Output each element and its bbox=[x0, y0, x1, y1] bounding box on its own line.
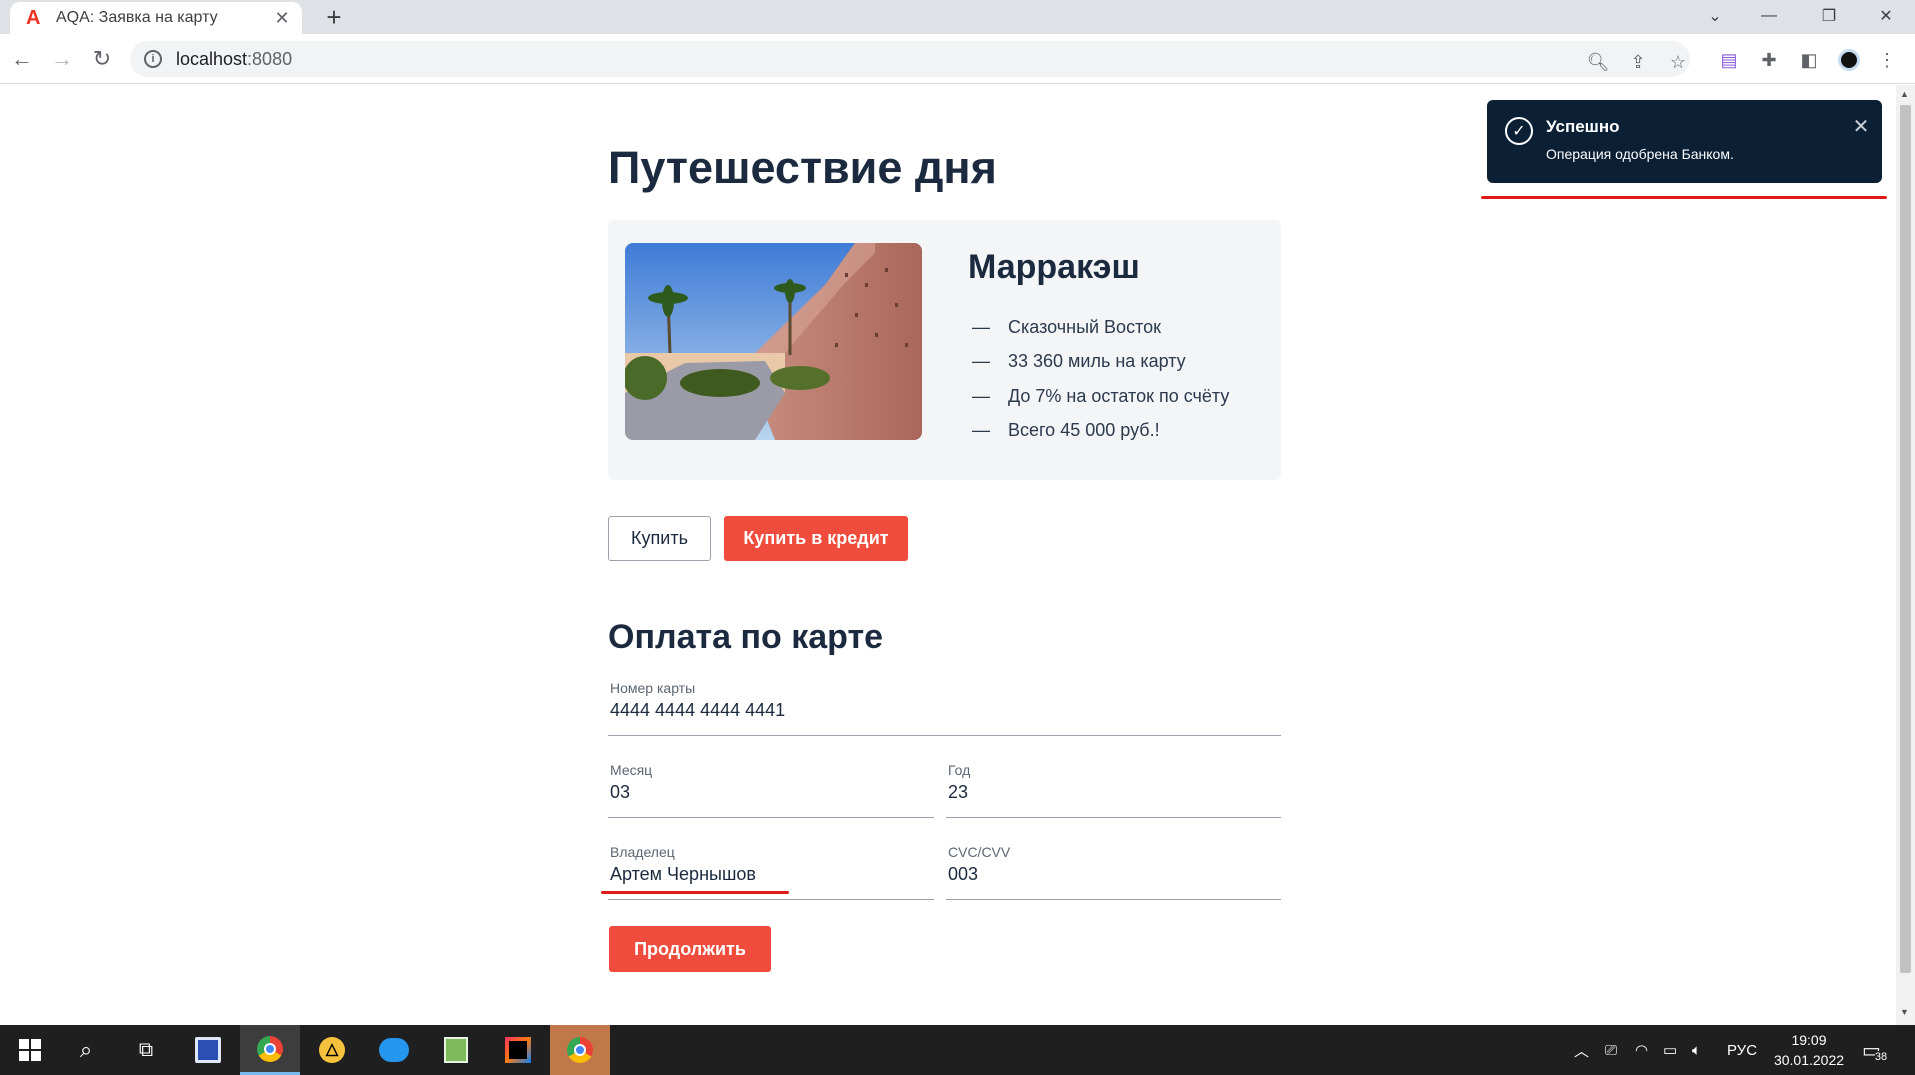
menu-kebab-icon[interactable]: ⋮ bbox=[1874, 47, 1900, 73]
owner-label: Владелец bbox=[610, 844, 675, 860]
cvc-field[interactable]: CVC/CVV 003 bbox=[946, 844, 1281, 900]
scroll-up-icon[interactable]: ▲ bbox=[1900, 89, 1909, 99]
year-label: Год bbox=[948, 762, 971, 778]
close-icon[interactable]: ✕ bbox=[1849, 114, 1873, 139]
card-number-value[interactable]: 4444 4444 4444 4441 bbox=[610, 700, 785, 721]
list-item: — До 7% на остаток по счёту bbox=[972, 385, 1230, 406]
profile-avatar-icon[interactable] bbox=[1836, 47, 1862, 73]
intellij-app-icon[interactable] bbox=[488, 1025, 548, 1075]
language-indicator[interactable]: РУС bbox=[1727, 1025, 1757, 1075]
wifi-icon[interactable]: ◠ bbox=[1635, 1025, 1648, 1075]
bookmark-star-icon[interactable]: ☆ bbox=[1666, 50, 1690, 74]
cvc-label: CVC/CVV bbox=[948, 844, 1011, 860]
browser-tab-bar: А AQA: Заявка на карту ✕ + ⌄ — ❐ ✕ bbox=[0, 0, 1915, 34]
alfa-logo-icon: А bbox=[26, 6, 41, 29]
browser-tab[interactable]: А AQA: Заявка на карту ✕ bbox=[10, 2, 302, 34]
save-app-icon[interactable] bbox=[178, 1025, 238, 1075]
tab-close-icon[interactable]: ✕ bbox=[272, 8, 292, 29]
address-bar[interactable]: i localhost:8080 🔍︎ ⇪ ☆ bbox=[130, 41, 1690, 77]
browser-toolbar: ← → ↻ i localhost:8080 🔍︎ ⇪ ☆ ▤ ✚ ◧ ⋮ bbox=[0, 34, 1915, 84]
restore-button[interactable]: ❐ bbox=[1801, 0, 1857, 32]
url-host: localhost bbox=[176, 48, 248, 69]
tray-expand-icon[interactable]: ︿ bbox=[1574, 1025, 1589, 1075]
year-field[interactable]: Год 23 bbox=[946, 762, 1281, 818]
page-scrollbar[interactable]: ▲ ▼ bbox=[1896, 85, 1915, 1025]
minimize-button[interactable]: — bbox=[1741, 0, 1797, 32]
month-value[interactable]: 03 bbox=[610, 782, 630, 803]
continue-button[interactable]: Продолжить bbox=[609, 926, 771, 972]
search-icon[interactable]: ⌕ bbox=[56, 1025, 116, 1075]
side-panel-icon[interactable]: ◧ bbox=[1796, 47, 1822, 73]
url-port: :8080 bbox=[247, 48, 293, 69]
notepad-app-icon[interactable] bbox=[426, 1025, 486, 1075]
toast-annotation-underline bbox=[1481, 196, 1887, 199]
forward-icon[interactable]: → bbox=[46, 43, 78, 75]
alert-app-icon[interactable]: △ bbox=[302, 1025, 362, 1075]
notification-title: Успешно bbox=[1546, 117, 1620, 136]
camera-icon[interactable]: ⎚ bbox=[1605, 1025, 1617, 1075]
owner-value[interactable]: Артем Чернышов bbox=[610, 864, 756, 885]
notification-message: Операция одобрена Банком. bbox=[1546, 146, 1734, 162]
new-tab-button[interactable]: + bbox=[318, 2, 350, 32]
success-notification: ✓ Успешно Операция одобрена Банком. ✕ bbox=[1487, 100, 1882, 183]
windows-taskbar: ⌕ ⧉ △ ︿ ⎚ ◠ ▭ 🔈︎ РУС 19:09 30.01.2022 ▭ 3… bbox=[0, 1025, 1915, 1075]
check-icon: ✓ bbox=[1505, 117, 1533, 145]
notification-center-icon[interactable]: ▭ 38 bbox=[1862, 1025, 1888, 1075]
docker-app-icon[interactable] bbox=[364, 1025, 424, 1075]
clock[interactable]: 19:09 30.01.2022 bbox=[1764, 1030, 1854, 1070]
card-number-label: Номер карты bbox=[610, 680, 696, 696]
task-view-icon[interactable]: ⧉ bbox=[116, 1025, 176, 1075]
buy-button[interactable]: Купить bbox=[608, 516, 711, 561]
list-item: — Сказочный Восток bbox=[972, 316, 1161, 337]
tour-city: Марракэш bbox=[968, 248, 1140, 286]
year-value[interactable]: 23 bbox=[948, 782, 968, 803]
reload-icon[interactable]: ↻ bbox=[86, 43, 118, 75]
page-title: Путешествие дня bbox=[608, 142, 997, 193]
owner-annotation-underline bbox=[601, 891, 789, 894]
month-field[interactable]: Месяц 03 bbox=[608, 762, 934, 818]
share-icon[interactable]: ⇪ bbox=[1626, 50, 1650, 74]
close-window-button[interactable]: ✕ bbox=[1858, 0, 1914, 32]
volume-icon[interactable]: 🔈︎ bbox=[1692, 1025, 1701, 1075]
list-item: — Всего 45 000 руб.! bbox=[972, 420, 1160, 441]
back-icon[interactable]: ← bbox=[6, 43, 38, 75]
extensions-puzzle-icon[interactable]: ✚ bbox=[1756, 47, 1782, 73]
clock-time: 19:09 bbox=[1791, 1032, 1827, 1048]
month-label: Месяц bbox=[610, 762, 653, 778]
clock-date: 30.01.2022 bbox=[1773, 1052, 1845, 1068]
marrakech-photo bbox=[625, 243, 922, 440]
card-number-field[interactable]: Номер карты 4444 4444 4444 4441 bbox=[608, 680, 1281, 736]
tab-search-icon[interactable]: ⌄ bbox=[1687, 0, 1743, 32]
extension-icon[interactable]: ▤ bbox=[1716, 47, 1742, 73]
cvc-value[interactable]: 003 bbox=[948, 864, 978, 885]
zoom-icon[interactable]: 🔍︎ bbox=[1586, 50, 1610, 74]
chrome-app-icon[interactable] bbox=[240, 1025, 300, 1075]
buy-credit-button[interactable]: Купить в кредит bbox=[724, 516, 908, 561]
notifications-count: 38 bbox=[1874, 1051, 1888, 1063]
scroll-down-icon[interactable]: ▼ bbox=[1900, 1007, 1909, 1017]
payment-title: Оплата по карте bbox=[608, 618, 884, 656]
tab-title: AQA: Заявка на карту bbox=[56, 9, 218, 26]
chrome-app-icon-2[interactable] bbox=[550, 1025, 610, 1075]
tour-features-list: — Сказочный Восток —33 360 миль на карту … bbox=[972, 310, 1229, 448]
windows-start-icon[interactable] bbox=[0, 1025, 60, 1075]
site-info-icon[interactable]: i bbox=[144, 50, 162, 68]
list-item: —33 360 миль на карту bbox=[972, 351, 1186, 372]
scroll-thumb[interactable] bbox=[1900, 105, 1911, 973]
battery-icon[interactable]: ▭ bbox=[1663, 1025, 1677, 1075]
